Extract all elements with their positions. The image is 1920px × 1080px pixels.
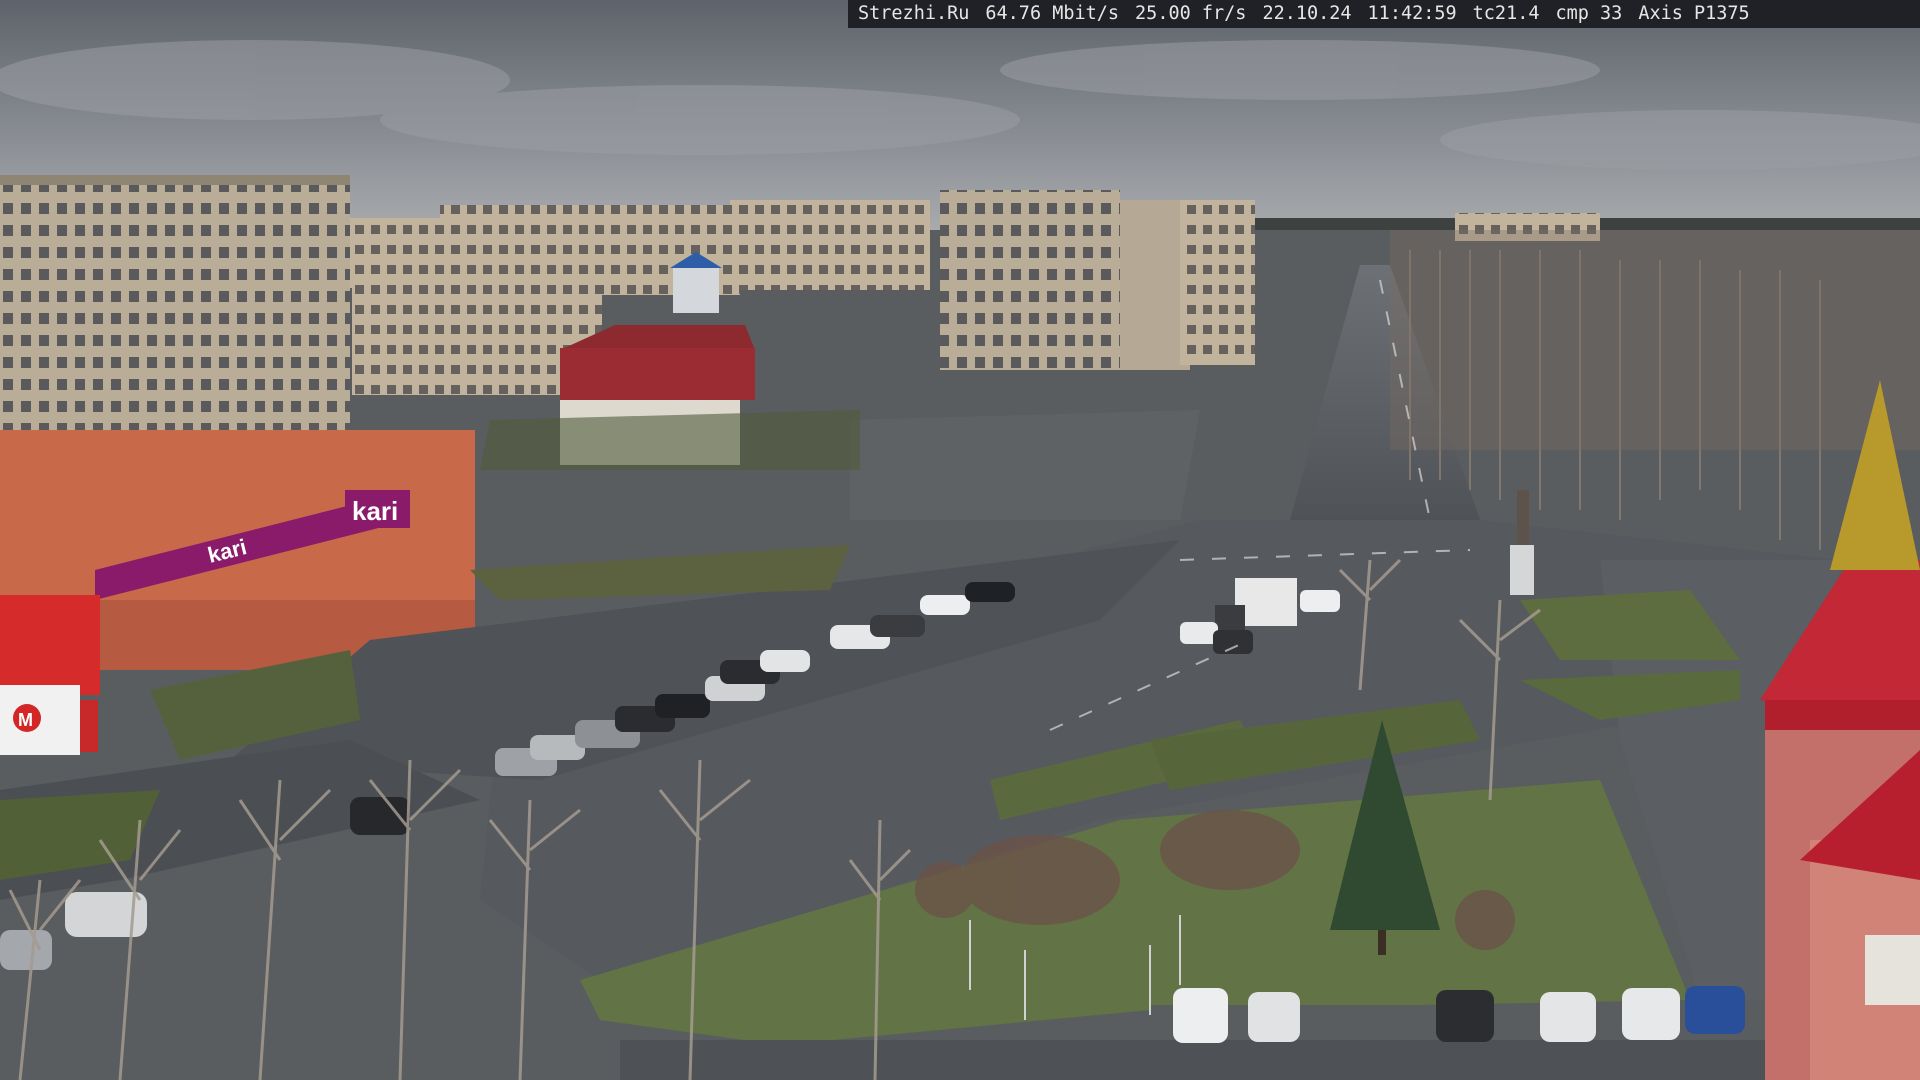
overlay-cmp: cmp 33 (1555, 3, 1623, 24)
spruce-trunk (1378, 930, 1386, 955)
overlay-tc: tc21.4 (1472, 3, 1540, 24)
overlay-date: 22.10.24 (1262, 3, 1352, 24)
overlay-time: 11:42:59 (1367, 3, 1457, 24)
overlay-camera-model: Axis P1375 (1638, 3, 1750, 24)
bottom-road (620, 1040, 1770, 1080)
bare-canopy-right (1390, 230, 1920, 450)
camera-info-overlay: Strezhi.Ru 64.76 Mbit/s 25.00 fr/s 22.10.24… (848, 0, 1920, 28)
overlay-bitrate: 64.76 Mbit/s (985, 3, 1120, 24)
webcam-scene: kari kari M (0, 0, 1920, 1080)
upper-plaza (850, 410, 1200, 520)
magnit-logo: M (18, 710, 33, 730)
kari-sign: kari (352, 496, 398, 526)
overlay-site: Strezhi.Ru (858, 3, 970, 24)
overlay-framerate: 25.00 fr/s (1135, 3, 1247, 24)
